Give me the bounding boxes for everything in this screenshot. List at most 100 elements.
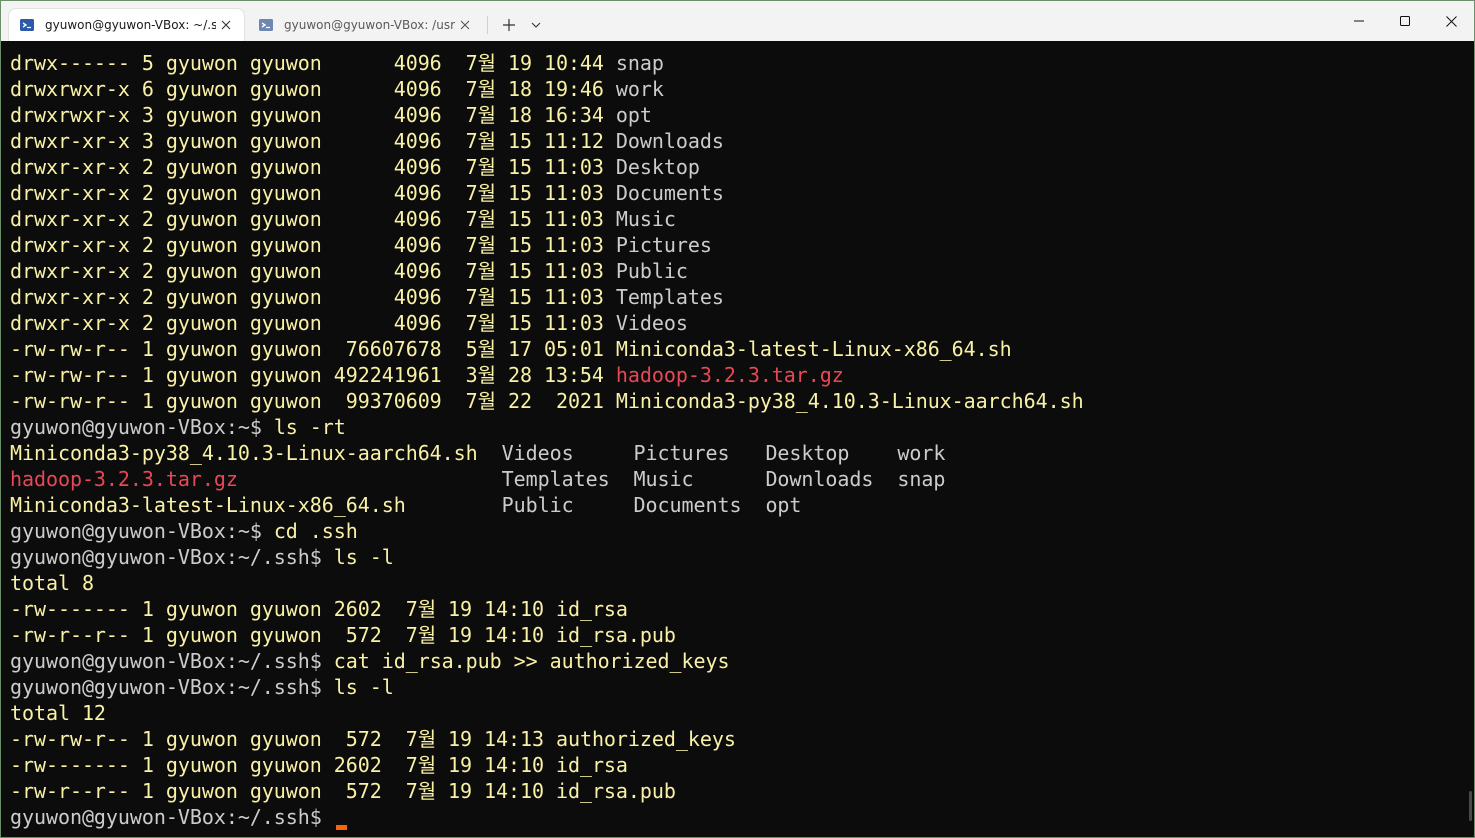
listing-row: drwxr-xr-x 2 gyuwon gyuwon 4096 7월 15 11… xyxy=(10,284,1474,310)
prompt: gyuwon@gyuwon-VBox:~/.ssh$ xyxy=(10,649,334,673)
file-meta: drwxr-xr-x 2 gyuwon gyuwon 4096 7월 15 11… xyxy=(10,181,616,205)
file-name: hadoop-3.2.3.tar.gz xyxy=(10,467,502,491)
file-name: Templates xyxy=(615,285,724,309)
dir-names: Videos Pictures Desktop work xyxy=(501,441,946,465)
prompt: gyuwon@gyuwon-VBox:~/.ssh$ xyxy=(10,545,334,569)
file-name: id_rsa xyxy=(555,753,628,777)
file-meta: -rw-r--r-- 1 gyuwon gyuwon 572 7월 19 14:… xyxy=(10,623,556,647)
listing-row: drwxr-xr-x 2 gyuwon gyuwon 4096 7월 15 11… xyxy=(10,310,1474,336)
file-meta: drwxr-xr-x 3 gyuwon gyuwon 4096 7월 15 11… xyxy=(10,129,616,153)
listing-row: drwxrwxr-x 6 gyuwon gyuwon 4096 7월 18 19… xyxy=(10,76,1474,102)
terminal-output[interactable]: drwx------ 5 gyuwon gyuwon 4096 7월 19 10… xyxy=(1,41,1474,837)
command-text: ls -l xyxy=(333,675,394,699)
command-line: gyuwon@gyuwon-VBox:~/.ssh$ cat id_rsa.pu… xyxy=(10,648,1474,674)
new-tab-button[interactable] xyxy=(494,10,524,40)
total-line: total 12 xyxy=(10,701,106,725)
tab-divider xyxy=(487,16,488,34)
command-text: ls -rt xyxy=(273,415,346,439)
listing-row: -rw------- 1 gyuwon gyuwon 2602 7월 19 14… xyxy=(10,752,1474,778)
ls-rt-row: hadoop-3.2.3.tar.gz Templates Music Down… xyxy=(10,466,1474,492)
maximize-button[interactable] xyxy=(1382,1,1428,41)
file-meta: drwxr-xr-x 2 gyuwon gyuwon 4096 7월 15 11… xyxy=(10,155,616,179)
listing-row: -rw-rw-r-- 1 gyuwon gyuwon 492241961 3월 … xyxy=(10,362,1474,388)
command-text: cd .ssh xyxy=(273,519,358,543)
prompt: gyuwon@gyuwon-VBox:~/.ssh$ xyxy=(10,675,334,699)
file-meta: drwxr-xr-x 2 gyuwon gyuwon 4096 7월 15 11… xyxy=(10,207,616,231)
chevron-down-icon xyxy=(531,22,541,28)
ls-rt-row: Miniconda3-latest-Linux-x86_64.sh Public… xyxy=(10,492,1474,518)
listing-row: -rw-rw-r-- 1 gyuwon gyuwon 572 7월 19 14:… xyxy=(10,726,1474,752)
command-line: gyuwon@gyuwon-VBox:~/.ssh$ ls -l xyxy=(10,674,1474,700)
file-name: Desktop xyxy=(615,155,700,179)
current-prompt-line[interactable]: gyuwon@gyuwon-VBox:~/.ssh$ xyxy=(10,804,1474,830)
file-name: Documents xyxy=(615,181,724,205)
file-name: Miniconda3-latest-Linux-x86_64.sh xyxy=(10,493,502,517)
tab-usr-local[interactable]: gyuwon@gyuwon-VBox: /usr/local xyxy=(248,9,483,41)
listing-row: drwxrwxr-x 3 gyuwon gyuwon 4096 7월 18 16… xyxy=(10,102,1474,128)
file-meta: -rw------- 1 gyuwon gyuwon 2602 7월 19 14… xyxy=(10,753,556,777)
prompt: gyuwon@gyuwon-VBox:~$ xyxy=(10,519,274,543)
total-line: total 8 xyxy=(10,571,94,595)
text-cursor xyxy=(335,825,347,830)
listing-row: drwx------ 5 gyuwon gyuwon 4096 7월 19 10… xyxy=(10,50,1474,76)
file-meta: drwxr-xr-x 2 gyuwon gyuwon 4096 7월 15 11… xyxy=(10,233,616,257)
prompt: gyuwon@gyuwon-VBox:~/.ssh$ xyxy=(10,805,334,829)
listing-row: drwxr-xr-x 2 gyuwon gyuwon 4096 7월 15 11… xyxy=(10,206,1474,232)
listing-row: -rw-r--r-- 1 gyuwon gyuwon 572 7월 19 14:… xyxy=(10,778,1474,804)
file-name: Miniconda3-latest-Linux-x86_64.sh xyxy=(615,337,1012,361)
file-name: Videos xyxy=(615,311,688,335)
minimize-icon xyxy=(1354,20,1364,22)
listing-row: -rw-rw-r-- 1 gyuwon gyuwon 76607678 5월 1… xyxy=(10,336,1474,362)
close-button[interactable] xyxy=(1428,1,1474,41)
terminal-icon xyxy=(259,19,273,31)
file-name: work xyxy=(615,77,664,101)
tab-title: gyuwon@gyuwon-VBox: /usr/local xyxy=(284,18,455,32)
file-meta: -rw-rw-r-- 1 gyuwon gyuwon 76607678 5월 1… xyxy=(10,337,616,361)
file-name: Public xyxy=(615,259,688,283)
listing-row: drwxr-xr-x 3 gyuwon gyuwon 4096 7월 15 11… xyxy=(10,128,1474,154)
listing-row: -rw-r--r-- 1 gyuwon gyuwon 572 7월 19 14:… xyxy=(10,622,1474,648)
tab-dropdown-button[interactable] xyxy=(524,10,548,40)
file-name: authorized_keys xyxy=(555,727,736,751)
file-meta: drwx------ 5 gyuwon gyuwon 4096 7월 19 10… xyxy=(10,51,616,75)
close-icon xyxy=(1445,15,1457,27)
scrollbar-thumb[interactable] xyxy=(1469,791,1472,821)
file-meta: -rw-rw-r-- 1 gyuwon gyuwon 572 7월 19 14:… xyxy=(10,727,556,751)
listing-row: drwxr-xr-x 2 gyuwon gyuwon 4096 7월 15 11… xyxy=(10,154,1474,180)
file-meta: -rw-r--r-- 1 gyuwon gyuwon 572 7월 19 14:… xyxy=(10,779,556,803)
file-name: Downloads xyxy=(615,129,724,153)
window-controls xyxy=(1336,1,1474,41)
minimize-button[interactable] xyxy=(1336,1,1382,41)
command-text: cat id_rsa.pub >> authorized_keys xyxy=(333,649,730,673)
file-name: hadoop-3.2.3.tar.gz xyxy=(615,363,844,387)
ls-rt-row: Miniconda3-py38_4.10.3-Linux-aarch64.sh … xyxy=(10,440,1474,466)
command-text: ls -l xyxy=(333,545,394,569)
file-name: snap xyxy=(615,51,664,75)
terminal-window: gyuwon@gyuwon-VBox: ~/.ssh gyuwon@gyuwon… xyxy=(0,0,1475,838)
close-tab-icon[interactable] xyxy=(216,15,236,35)
file-name: Pictures xyxy=(615,233,712,257)
file-meta: drwxr-xr-x 2 gyuwon gyuwon 4096 7월 15 11… xyxy=(10,285,616,309)
title-bar: gyuwon@gyuwon-VBox: ~/.ssh gyuwon@gyuwon… xyxy=(1,1,1474,41)
file-name: id_rsa.pub xyxy=(555,779,676,803)
listing-row: -rw-rw-r-- 1 gyuwon gyuwon 99370609 7월 2… xyxy=(10,388,1474,414)
dir-names: Public Documents opt xyxy=(501,493,802,517)
file-meta: -rw-rw-r-- 1 gyuwon gyuwon 492241961 3월 … xyxy=(10,363,616,387)
file-name: Miniconda3-py38_4.10.3-Linux-aarch64.sh xyxy=(10,441,502,465)
file-name: id_rsa xyxy=(555,597,628,621)
maximize-icon xyxy=(1400,16,1410,26)
file-meta: -rw-rw-r-- 1 gyuwon gyuwon 99370609 7월 2… xyxy=(10,389,616,413)
tab-title: gyuwon@gyuwon-VBox: ~/.ssh xyxy=(45,18,216,32)
file-meta: drwxr-xr-x 2 gyuwon gyuwon 4096 7월 15 11… xyxy=(10,259,616,283)
tab-ssh[interactable]: gyuwon@gyuwon-VBox: ~/.ssh xyxy=(9,9,244,41)
dir-names: Templates Music Downloads snap xyxy=(501,467,946,491)
file-name: Music xyxy=(615,207,676,231)
terminal-icon xyxy=(20,19,34,31)
listing-row: drwxr-xr-x 2 gyuwon gyuwon 4096 7월 15 11… xyxy=(10,258,1474,284)
command-line: gyuwon@gyuwon-VBox:~/.ssh$ ls -l xyxy=(10,544,1474,570)
file-name: Miniconda3-py38_4.10.3-Linux-aarch64.sh xyxy=(615,389,1084,413)
listing-row: -rw------- 1 gyuwon gyuwon 2602 7월 19 14… xyxy=(10,596,1474,622)
listing-row: drwxr-xr-x 2 gyuwon gyuwon 4096 7월 15 11… xyxy=(10,232,1474,258)
file-meta: drwxrwxr-x 3 gyuwon gyuwon 4096 7월 18 16… xyxy=(10,103,616,127)
close-tab-icon[interactable] xyxy=(455,15,475,35)
